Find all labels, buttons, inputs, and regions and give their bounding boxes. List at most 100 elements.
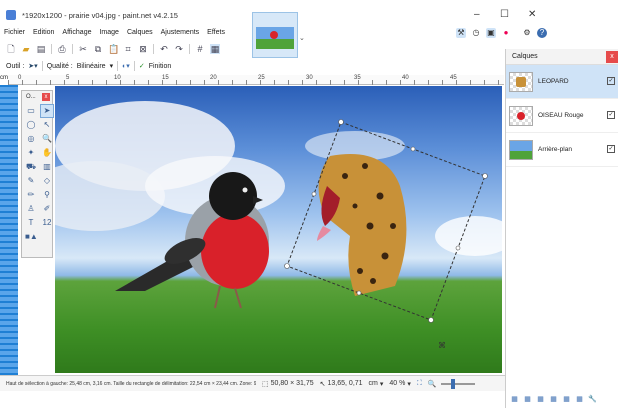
menu-edition[interactable]: Edition — [29, 28, 58, 40]
toolbar-divider — [51, 44, 52, 54]
zoom-out-icon[interactable]: 🔍 — [428, 380, 437, 388]
paintbrush-icon[interactable]: ✎ — [25, 175, 37, 187]
new-file-icon[interactable]: 🗋 — [6, 44, 16, 54]
zoom-slider[interactable] — [440, 378, 475, 389]
tools-close-button[interactable]: x — [42, 93, 50, 101]
selection-handle[interactable] — [482, 173, 488, 179]
selection-handle[interactable] — [311, 191, 317, 197]
tools-toggle-icon[interactable]: ⚒ — [456, 28, 466, 38]
leopard-spot — [381, 252, 389, 260]
ruler-label: 10 — [114, 75, 121, 81]
layer-visibility-checkbox[interactable]: ✓ — [607, 77, 615, 85]
zoom-control[interactable]: 40 % ▾ — [389, 380, 410, 388]
layers-title: Calques — [512, 53, 538, 60]
eraser-icon[interactable]: ◇ — [41, 175, 53, 187]
grid-icon[interactable]: # — [195, 44, 205, 54]
settings-gear-icon[interactable]: ⚙ — [522, 28, 532, 38]
selection-handle[interactable] — [428, 317, 434, 323]
quality-label: Qualité : — [46, 62, 73, 70]
rectangle-select-icon[interactable]: ▭ — [25, 105, 37, 117]
move-tool-icon[interactable]: ➤▾ — [28, 62, 37, 70]
layer-item-leopard[interactable]: LEOPARD ✓ — [506, 65, 618, 99]
layer-item-arriere-plan[interactable]: Arrière-plan ✓ — [506, 133, 618, 167]
bird-breast — [201, 213, 269, 289]
selection-size-icon: ⬚ — [262, 380, 269, 388]
ruler-toggle-icon[interactable]: ▦ — [210, 44, 220, 54]
history-icon[interactable]: ◷ — [471, 28, 481, 38]
ellipse-select-icon[interactable]: ◎ — [25, 133, 37, 145]
quality-dropdown[interactable]: Bilinéaire — [77, 63, 106, 70]
undo-icon[interactable]: ↶ — [159, 44, 169, 54]
menu-ajustements[interactable]: Ajustements — [157, 28, 204, 40]
print-icon[interactable]: ⎙ — [57, 44, 67, 54]
color-picker-icon[interactable]: ⚲ — [41, 189, 53, 201]
cut-icon[interactable]: ✂ — [78, 44, 88, 54]
layer-visibility-checkbox[interactable]: ✓ — [607, 111, 615, 119]
tab-list-chevron-icon[interactable]: ⌄ — [299, 34, 305, 42]
image-tab-thumbnail[interactable] — [252, 12, 298, 58]
gradient-icon[interactable]: ▥ — [41, 161, 53, 173]
selection-handle[interactable] — [356, 290, 362, 296]
crop-icon[interactable]: ⌗ — [123, 44, 133, 54]
menu-image[interactable]: Image — [95, 28, 122, 40]
layers-toggle-icon[interactable]: ▣ — [486, 28, 496, 38]
selection-handle[interactable] — [410, 146, 416, 152]
fit-window-icon[interactable]: ⛶ — [417, 380, 422, 388]
merge-layer-icon[interactable]: ▦ — [549, 395, 558, 404]
cloud — [435, 216, 502, 256]
layer-properties-wrench-icon[interactable]: 🔧 — [588, 395, 597, 404]
finish-button[interactable]: Finition — [149, 63, 172, 70]
unit-selector[interactable]: cm ▾ — [369, 380, 384, 388]
move-handle-icon[interactable]: ⌘ — [438, 341, 446, 350]
minimize-button[interactable]: – — [474, 9, 480, 20]
menu-affichage[interactable]: Affichage — [58, 28, 95, 40]
menu-calques[interactable]: Calques — [123, 28, 157, 40]
ruler-label: 20 — [210, 75, 217, 81]
duplicate-layer-icon[interactable]: ▦ — [536, 395, 545, 404]
ruler-label: 35 — [354, 75, 361, 81]
menu-fichier[interactable]: Fichier — [0, 28, 29, 40]
layer-item-oiseau-rouge[interactable]: OISEAU Rouge ✓ — [506, 99, 618, 133]
copy-icon[interactable]: ⧉ — [93, 44, 103, 54]
move-pixels-icon[interactable]: ↖ — [41, 119, 53, 131]
toolbar-divider — [153, 44, 154, 54]
paint-bucket-icon[interactable]: ⛟ — [25, 161, 37, 173]
tool-grid: ▭ ➤ ◯ ↖ ◎ 🔍 ✦ ✋ ⛟ ▥ ✎ ◇ ✏ ⚲ ♙ ✐ T 12 ■▲ — [22, 103, 54, 245]
zoom-slider-knob[interactable] — [450, 378, 455, 389]
magic-wand-icon[interactable]: ✦ — [25, 147, 37, 159]
move-layer-up-icon[interactable]: ▦ — [562, 395, 571, 404]
close-button[interactable]: ✕ — [528, 9, 536, 20]
open-folder-icon[interactable]: ▰ — [21, 44, 31, 54]
text-tool[interactable]: T — [25, 217, 37, 229]
blend-mode-icon[interactable]: ◐▾ — [122, 62, 130, 70]
add-layer-icon[interactable]: ▦ — [510, 395, 519, 404]
selection-handle[interactable] — [455, 245, 461, 251]
save-icon[interactable]: ▤ — [36, 44, 46, 54]
maximize-button[interactable]: ☐ — [500, 9, 509, 20]
ruler-label: 40 — [402, 75, 409, 81]
selection-handle[interactable] — [284, 263, 290, 269]
delete-layer-icon[interactable]: ▦ — [523, 395, 532, 404]
pan-hand-icon[interactable]: ✋ — [41, 147, 53, 159]
recolor-icon[interactable]: ✐ — [41, 203, 53, 215]
selection-handle[interactable] — [338, 119, 344, 125]
move-selection-icon[interactable]: ➤ — [40, 104, 54, 118]
image-canvas[interactable]: ⌘ — [55, 86, 502, 373]
colors-icon[interactable]: ● — [501, 28, 511, 38]
menu-effets[interactable]: Effets — [203, 28, 229, 40]
pencil-icon[interactable]: ✏ — [25, 189, 37, 201]
help-icon[interactable]: ? — [537, 28, 547, 38]
zoom-icon[interactable]: 🔍 — [41, 133, 53, 145]
chevron-down-icon[interactable]: ▾ — [110, 62, 114, 70]
clone-stamp-icon[interactable]: ♙ — [25, 203, 37, 215]
finish-check-icon[interactable]: ✓ — [139, 62, 145, 70]
lasso-icon[interactable]: ◯ — [25, 119, 37, 131]
deselect-icon[interactable]: ⊠ — [138, 44, 148, 54]
layers-close-button[interactable]: x — [606, 51, 618, 63]
move-layer-down-icon[interactable]: ▦ — [575, 395, 584, 404]
layer-visibility-checkbox[interactable]: ✓ — [607, 145, 615, 153]
line-curve-tool[interactable]: 12 — [41, 217, 53, 229]
redo-icon[interactable]: ↷ — [174, 44, 184, 54]
paste-icon[interactable]: 📋 — [108, 44, 119, 54]
shapes-icon[interactable]: ■▲ — [25, 231, 38, 243]
